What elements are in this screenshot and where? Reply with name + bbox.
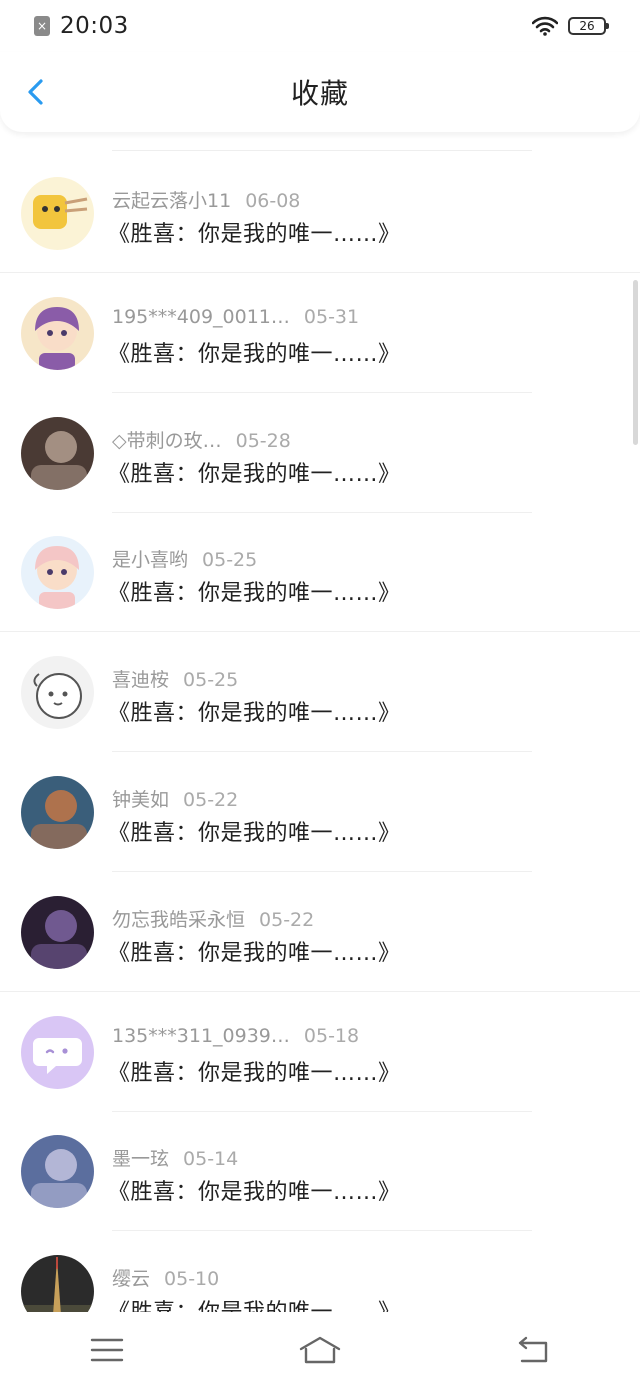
user-name[interactable]: 135***311_0939…	[112, 1025, 290, 1047]
user-name[interactable]: 195***409_0011…	[112, 306, 290, 328]
avatar[interactable]	[21, 296, 94, 370]
status-bar: × 20:03 26	[0, 0, 640, 52]
menu-button[interactable]	[77, 1330, 137, 1370]
status-time: 20:03	[60, 13, 129, 39]
item-title: 《胜喜：你是我的唯一……》	[108, 222, 401, 247]
scrollbar[interactable]	[633, 280, 638, 445]
battery-icon: 26	[568, 17, 609, 35]
divider	[112, 150, 532, 151]
item-date: 05-22	[183, 789, 239, 811]
item-title: 《胜喜：你是我的唯一……》	[108, 1294, 401, 1312]
status-left: × 20:03	[34, 13, 129, 39]
sim-disabled-icon: ×	[34, 16, 50, 36]
list-item[interactable]: 135***311_0939… 05-18 《胜喜：你是我的唯一……》	[0, 992, 640, 1112]
item-title: 《胜喜：你是我的唯一……》	[108, 581, 401, 607]
item-date: 05-28	[235, 429, 291, 452]
home-button[interactable]	[290, 1330, 350, 1370]
user-name[interactable]: 喜迪桉	[112, 669, 169, 691]
return-button[interactable]	[503, 1330, 563, 1370]
item-meta: 缨云 05-10	[112, 1264, 219, 1291]
list-item[interactable]: 是小喜哟 05-25 《胜喜：你是我的唯一……》	[0, 512, 640, 633]
avatar[interactable]	[21, 536, 94, 610]
header: 收藏	[0, 52, 640, 132]
item-meta: 是小喜哟 05-25	[112, 545, 257, 572]
item-title: 《胜喜：你是我的唯一……》	[108, 701, 401, 727]
return-icon	[519, 1336, 548, 1362]
status-right: 26	[532, 16, 609, 36]
list-item[interactable]: 喜迪桉 05-25 《胜喜：你是我的唯一……》	[0, 632, 640, 753]
item-title: 《胜喜：你是我的唯一……》	[108, 461, 401, 487]
list-item[interactable]: ◇带刺の玫… 05-28 《胜喜：你是我的唯一……》	[0, 393, 640, 513]
item-date: 05-10	[164, 1268, 220, 1291]
item-date: 05-25	[202, 549, 258, 572]
item-title: 《胜喜：你是我的唯一……》	[108, 1180, 401, 1206]
item-date: 05-25	[183, 669, 239, 692]
page-title: 收藏	[290, 77, 349, 110]
item-title: 《胜喜：你是我的唯一……》	[108, 821, 401, 846]
avatar[interactable]	[21, 776, 94, 849]
user-name[interactable]: 勿忘我皓采永恒	[112, 909, 245, 931]
item-meta: 喜迪桉 05-25	[112, 665, 238, 692]
list-item[interactable]: 墨一玹 05-14 《胜喜：你是我的唯一……》	[0, 1111, 640, 1232]
user-name[interactable]: 缨云	[112, 1268, 150, 1290]
avatar[interactable]	[21, 1255, 94, 1312]
avatar[interactable]	[21, 177, 94, 250]
item-meta: 勿忘我皓采永恒 05-22	[112, 905, 314, 932]
item-date: 06-08	[245, 190, 301, 212]
list-item[interactable]: 缨云 05-10 《胜喜：你是我的唯一……》	[0, 1231, 640, 1312]
list-item[interactable]: 勿忘我皓采永恒 05-22 《胜喜：你是我的唯一……》	[0, 872, 640, 992]
list-item[interactable]: 钟美如 05-22 《胜喜：你是我的唯一……》	[0, 752, 640, 872]
avatar[interactable]	[21, 1015, 94, 1089]
item-meta: 墨一玹 05-14	[112, 1144, 238, 1171]
user-name[interactable]: 是小喜哟	[112, 549, 188, 571]
user-name[interactable]: ◇带刺の玫…	[112, 430, 222, 452]
list-item[interactable]: 195***409_0011… 05-31 《胜喜：你是我的唯一……》	[0, 273, 640, 393]
favorites-list[interactable]: 云起云落小11 06-08 《胜喜：你是我的唯一……》 195***409_0011……	[0, 150, 640, 1312]
item-meta: ◇带刺の玫… 05-28	[112, 426, 291, 453]
item-date: 05-22	[259, 908, 315, 931]
avatar[interactable]	[21, 416, 94, 490]
list-item[interactable]: 云起云落小11 06-08 《胜喜：你是我的唯一……》	[0, 153, 640, 273]
avatar[interactable]	[21, 656, 94, 730]
chevron-left-icon[interactable]	[18, 74, 54, 110]
user-name[interactable]: 墨一玹	[112, 1148, 169, 1170]
item-date: 05-31	[303, 305, 360, 328]
item-meta: 钟美如 05-22	[112, 785, 238, 812]
home-icon	[299, 1336, 341, 1363]
item-meta: 云起云落小11 06-08	[112, 186, 300, 213]
item-title: 《胜喜：你是我的唯一……》	[108, 940, 401, 966]
item-date: 05-18	[303, 1024, 360, 1047]
avatar[interactable]	[21, 1135, 94, 1209]
item-title: 《胜喜：你是我的唯一……》	[108, 341, 401, 367]
item-meta: 195***409_0011… 05-31	[112, 306, 359, 328]
item-date: 05-14	[183, 1148, 239, 1171]
wifi-icon	[532, 16, 558, 36]
system-nav-bar	[0, 1312, 640, 1387]
user-name[interactable]: 钟美如	[112, 789, 169, 811]
avatar[interactable]	[21, 895, 94, 969]
user-name[interactable]: 云起云落小11	[112, 190, 231, 212]
item-title: 《胜喜：你是我的唯一……》	[108, 1060, 401, 1086]
menu-icon	[90, 1338, 123, 1361]
item-meta: 135***311_0939… 05-18	[112, 1025, 359, 1047]
